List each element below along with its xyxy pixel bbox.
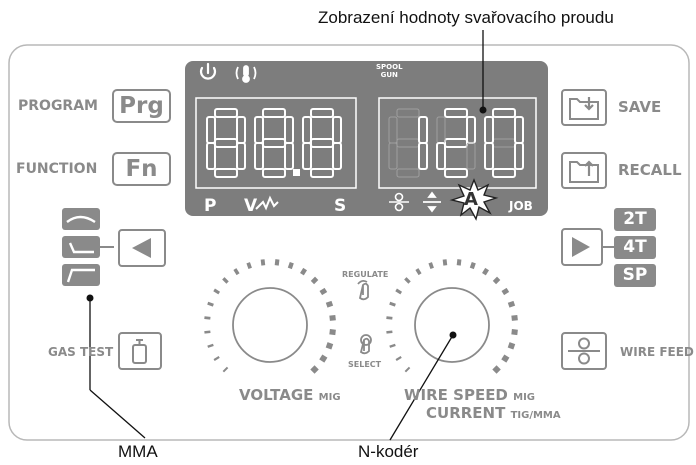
callout-encoder: N-kodér xyxy=(358,442,419,461)
right-digit-window xyxy=(378,97,537,189)
scale-left-tick-12 xyxy=(287,261,294,270)
scale-right-tick-11 xyxy=(456,259,462,266)
program-label: PROGRAM xyxy=(18,98,98,114)
recall-label: RECALL xyxy=(618,161,682,179)
callout-dot-mma xyxy=(86,294,94,302)
voltage-label: VOLTAGE MIG xyxy=(239,386,341,404)
current-sub: TIG/MMA xyxy=(510,410,561,421)
indicator-v: V xyxy=(244,196,258,216)
save-label: SAVE xyxy=(618,98,662,116)
indicator-a: A xyxy=(464,189,478,210)
scale-right-tick-4 xyxy=(386,316,393,320)
scale-right-tick-10 xyxy=(442,259,448,266)
scale-left-tick-10 xyxy=(260,259,266,266)
select-label: SELECT xyxy=(348,360,382,369)
scale-left-tick-4 xyxy=(204,316,211,320)
scale-right-tick-20 xyxy=(501,354,510,363)
indicator-s: S xyxy=(334,196,347,216)
scale-left-tick-13 xyxy=(300,267,308,276)
spool-gun-label: SPOOL GUN xyxy=(376,63,403,79)
scale-left-tick-15 xyxy=(319,287,328,296)
current-label: CURRENT TIG/MMA xyxy=(426,404,561,422)
scale-right-tick-13 xyxy=(482,267,490,276)
voltage-text: VOLTAGE xyxy=(239,386,314,404)
gun-text: GUN xyxy=(380,71,398,79)
scale-left-tick-16 xyxy=(325,300,334,308)
scale-right-tick-14 xyxy=(492,276,501,285)
scale-left-tick-5 xyxy=(207,301,214,307)
callout-mma: MMA xyxy=(118,442,158,461)
regulate-label: REGULATE xyxy=(342,270,389,279)
scale-right-tick-5 xyxy=(389,301,396,307)
scale-left-tick-3 xyxy=(204,330,211,334)
scale-right-tick-9 xyxy=(428,262,434,269)
function-label: FUNCTION xyxy=(16,161,98,177)
scale-left-tick-20 xyxy=(319,354,328,363)
scale-left-tick-18 xyxy=(329,329,336,336)
scale-right-tick-21 xyxy=(492,365,501,374)
scale-right-tick-19 xyxy=(507,342,516,350)
callout-dot-encoder xyxy=(449,331,457,339)
mode-2t-badge[interactable]: 2T xyxy=(614,208,656,231)
scale-left-tick-17 xyxy=(329,315,336,321)
current-text: CURRENT xyxy=(426,404,506,422)
scale-right-tick-17 xyxy=(511,315,518,321)
wire-feed-label: WIRE FEED xyxy=(620,345,694,359)
prg-button[interactable]: Prg xyxy=(118,90,165,122)
callout-dot-top xyxy=(479,106,487,114)
scale-right-tick-3 xyxy=(386,330,393,334)
scale-left-tick-19 xyxy=(325,342,334,350)
wire-speed-label: WIRE SPEED MIG xyxy=(404,386,535,404)
control-panel-diagram xyxy=(8,30,690,441)
left-decimal-point xyxy=(293,169,300,176)
spool-text: SPOOL xyxy=(376,63,403,71)
indicator-job: JOB xyxy=(509,199,533,213)
mode-sp-badge[interactable]: SP xyxy=(614,264,656,287)
wire-speed-sub: MIG xyxy=(513,392,536,403)
scale-left-tick-21 xyxy=(310,365,319,374)
mode-4t-badge[interactable]: 4T xyxy=(614,236,656,259)
scale-left-tick-11 xyxy=(274,259,280,266)
process-icons-group xyxy=(62,208,100,286)
scale-right-tick-15 xyxy=(501,287,510,296)
scale-left-tick-9 xyxy=(246,262,252,269)
indicator-p: P xyxy=(204,196,217,216)
wire-speed-knob[interactable] xyxy=(414,287,490,363)
voltage-sub: MIG xyxy=(318,392,341,403)
fn-button[interactable]: Fn xyxy=(118,153,165,185)
voltage-knob[interactable] xyxy=(232,287,308,363)
scale-right-tick-12 xyxy=(469,261,476,270)
scale-right-tick-16 xyxy=(507,300,516,308)
scale-right-tick-18 xyxy=(511,329,518,336)
wire-speed-text: WIRE SPEED xyxy=(404,386,508,404)
gas-test-label: GAS TEST xyxy=(48,345,114,359)
callout-current-display: Zobrazení hodnoty svařovacího proudu xyxy=(318,8,614,27)
scale-left-tick-14 xyxy=(310,276,319,285)
